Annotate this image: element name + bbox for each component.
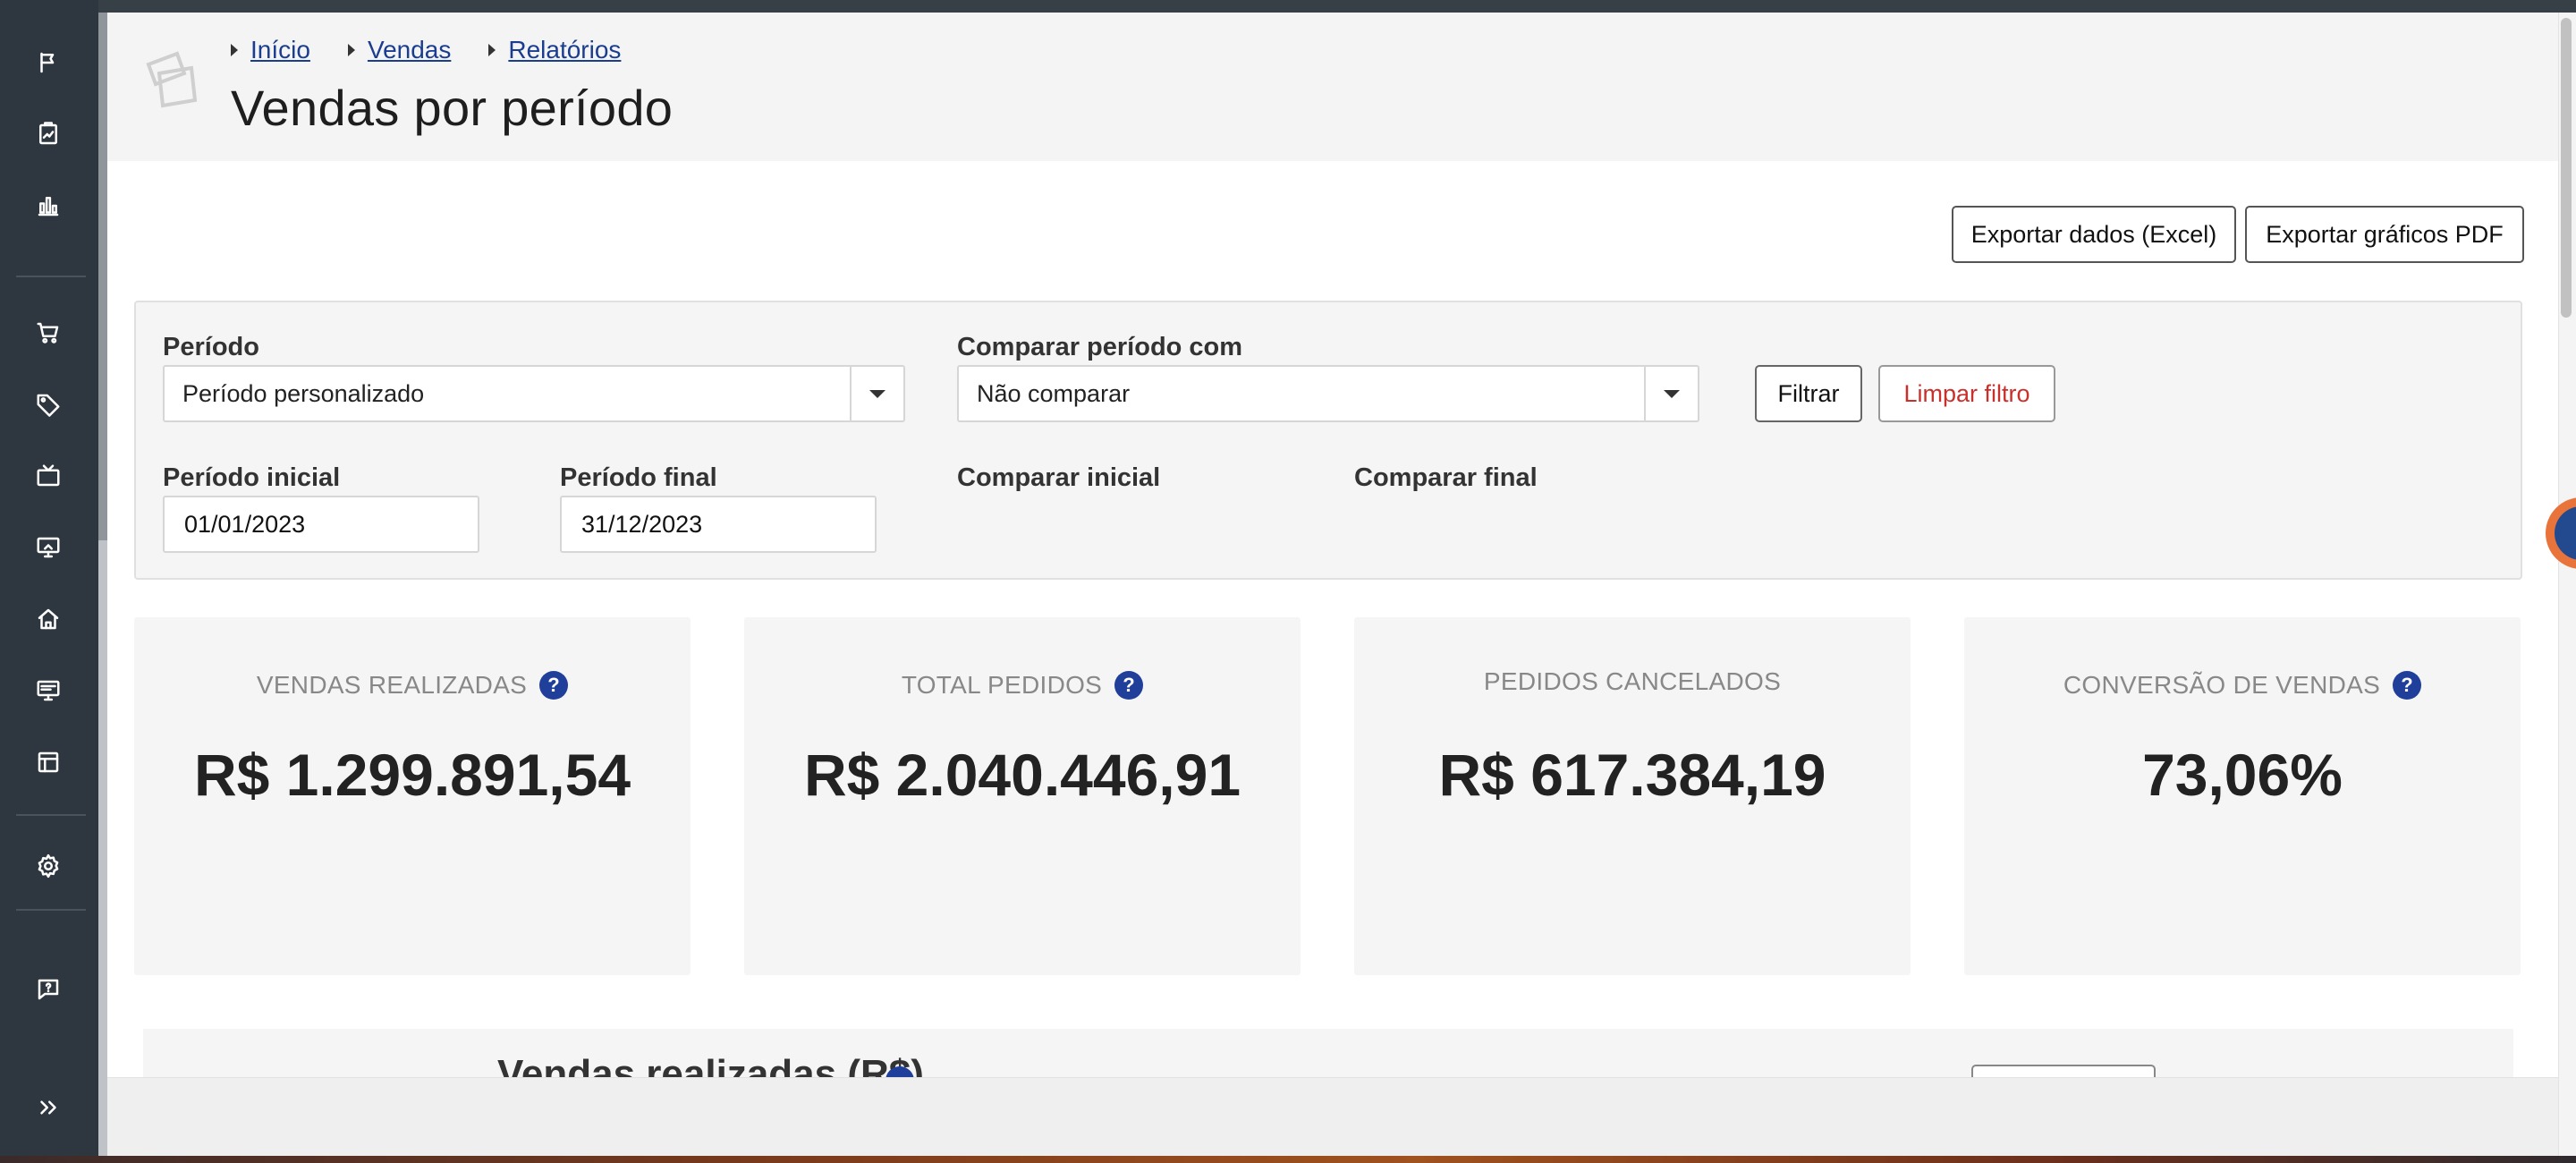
caret-right-icon bbox=[347, 44, 355, 56]
kpi-card-conversao-vendas: CONVERSÃO DE VENDAS ? 73,06% bbox=[1964, 617, 2521, 975]
periodo-inicial-label: Período inicial bbox=[163, 463, 341, 492]
comparar-label: Comparar período com bbox=[957, 333, 1243, 361]
comparar-inicial-label: Comparar inicial bbox=[957, 463, 1161, 492]
cart-icon[interactable] bbox=[30, 315, 66, 351]
periodo-select-toggle[interactable] bbox=[850, 367, 903, 420]
kpi-label-text: CONVERSÃO DE VENDAS bbox=[2063, 671, 2381, 699]
bottom-bar bbox=[107, 1077, 2558, 1156]
desktop-background-strip bbox=[0, 1156, 2576, 1163]
periodo-final-label: Período final bbox=[560, 463, 717, 492]
expand-icon[interactable] bbox=[30, 1090, 66, 1125]
breadcrumb-item-vendas: Vendas bbox=[347, 36, 451, 64]
periodo-select[interactable]: Período personalizado bbox=[163, 365, 905, 422]
periodo-inicial-input[interactable] bbox=[163, 496, 479, 553]
export-excel-button[interactable]: Exportar dados (Excel) bbox=[1952, 206, 2236, 263]
tv-icon[interactable] bbox=[30, 458, 66, 494]
comparar-final-label: Comparar final bbox=[1354, 463, 1538, 492]
layout-icon[interactable] bbox=[30, 744, 66, 780]
kpi-value: 73,06% bbox=[2142, 742, 2343, 808]
help-icon[interactable]: ? bbox=[2393, 671, 2422, 700]
comparar-select[interactable]: Não comparar bbox=[957, 365, 1699, 422]
home-icon[interactable] bbox=[30, 601, 66, 637]
main-page: Início Vendas Relatórios Vendas por perí… bbox=[107, 13, 2558, 1156]
help-chat-icon[interactable] bbox=[30, 972, 66, 1007]
breadcrumb-link-inicio[interactable]: Início bbox=[250, 36, 310, 64]
report-logo-icon bbox=[146, 51, 198, 108]
kpi-value: R$ 617.384,19 bbox=[1438, 742, 1826, 808]
app-sidebar bbox=[0, 0, 98, 1156]
periodo-final-input[interactable] bbox=[560, 496, 877, 553]
kpi-label-text: PEDIDOS CANCELADOS bbox=[1483, 667, 1782, 695]
breadcrumb: Início Vendas Relatórios bbox=[231, 36, 658, 64]
kpi-card-total-pedidos: TOTAL PEDIDOS ? R$ 2.040.446,91 bbox=[744, 617, 1301, 975]
kpi-card-pedidos-cancelados: PEDIDOS CANCELADOS R$ 617.384,19 bbox=[1354, 617, 1911, 975]
caret-right-icon bbox=[488, 44, 496, 56]
export-pdf-button[interactable]: Exportar gráficos PDF bbox=[2245, 206, 2524, 263]
kpi-label-text: VENDAS REALIZADAS bbox=[256, 671, 528, 699]
kpi-label: VENDAS REALIZADAS ? bbox=[134, 671, 691, 700]
filter-panel: Período Período personalizado Comparar p… bbox=[134, 301, 2522, 580]
comparar-select-toggle[interactable] bbox=[1644, 367, 1698, 420]
kpi-value: R$ 1.299.891,54 bbox=[193, 742, 631, 808]
comparar-select-value: Não comparar bbox=[977, 379, 1131, 407]
filtrar-button[interactable]: Filtrar bbox=[1755, 365, 1862, 422]
sidebar-scroll-thumb[interactable] bbox=[98, 13, 107, 540]
sidebar-divider bbox=[16, 909, 86, 911]
sidebar-divider bbox=[16, 276, 86, 277]
kpi-card-vendas-realizadas: VENDAS REALIZADAS ? R$ 1.299.891,54 bbox=[134, 617, 691, 975]
page-scrollbar-thumb[interactable] bbox=[2561, 18, 2572, 318]
kpi-label: TOTAL PEDIDOS ? bbox=[744, 671, 1301, 700]
periodo-label: Período bbox=[163, 333, 259, 361]
help-icon[interactable]: ? bbox=[1114, 671, 1144, 700]
caret-down-icon bbox=[869, 389, 886, 398]
caret-right-icon bbox=[231, 44, 238, 56]
monitor-icon[interactable] bbox=[30, 530, 66, 565]
breadcrumb-item-relatorios: Relatórios bbox=[488, 36, 621, 64]
caret-down-icon bbox=[1664, 389, 1680, 398]
kpi-label-text: TOTAL PEDIDOS bbox=[901, 671, 1103, 699]
periodo-select-value: Período personalizado bbox=[182, 379, 425, 407]
flag-icon[interactable] bbox=[30, 45, 66, 81]
display-icon[interactable] bbox=[30, 673, 66, 709]
settings-icon[interactable] bbox=[30, 848, 66, 884]
help-icon[interactable]: ? bbox=[539, 671, 569, 700]
window-top-strip bbox=[0, 0, 2576, 13]
kpi-value: R$ 2.040.446,91 bbox=[803, 742, 1241, 808]
limpar-filtro-button[interactable]: Limpar filtro bbox=[1878, 365, 2055, 422]
page-title: Vendas por período bbox=[231, 80, 674, 136]
sidebar-divider bbox=[16, 814, 86, 816]
kpi-label: PEDIDOS CANCELADOS bbox=[1354, 667, 1911, 696]
breadcrumb-link-relatorios[interactable]: Relatórios bbox=[508, 36, 621, 64]
tag-icon[interactable] bbox=[30, 386, 66, 422]
bar-chart-icon[interactable] bbox=[30, 188, 66, 224]
report-icon[interactable] bbox=[30, 116, 66, 152]
kpi-label: CONVERSÃO DE VENDAS ? bbox=[1964, 671, 2521, 700]
breadcrumb-item-inicio: Início bbox=[231, 36, 310, 64]
breadcrumb-link-vendas[interactable]: Vendas bbox=[368, 36, 451, 64]
